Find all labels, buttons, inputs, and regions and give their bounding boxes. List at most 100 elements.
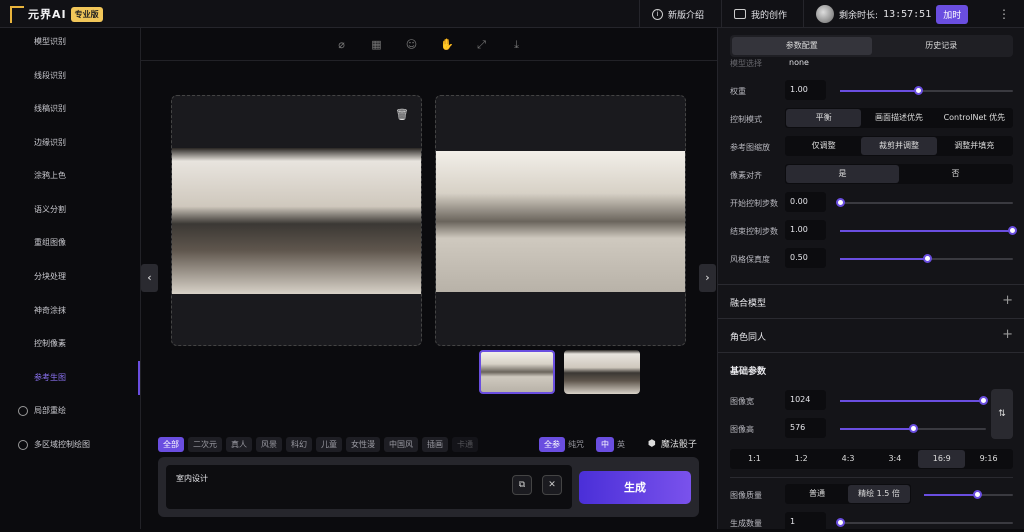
add-time-button[interactable]: 加时 (936, 4, 969, 24)
result-image-panel[interactable] (435, 95, 686, 346)
tag-illustration[interactable]: 插画 (422, 437, 448, 452)
next-arrow-button[interactable]: › (699, 264, 716, 292)
count-slider-knob[interactable] (836, 518, 845, 527)
style-fidelity-slider[interactable] (840, 254, 1013, 263)
height-input[interactable]: 576 (785, 418, 826, 438)
weight-input[interactable]: 1.00 (785, 80, 826, 100)
character-section[interactable]: 角色同人 + (718, 318, 1024, 352)
height-slider-knob[interactable] (909, 424, 918, 433)
control-mode-prompt-first[interactable]: 画面描述优先 (861, 109, 936, 127)
height-slider[interactable] (840, 424, 986, 433)
tag-cartoon[interactable]: 卡通 (452, 437, 478, 452)
ratio-4-3[interactable]: 4:3 (825, 450, 872, 468)
pixel-align-yes[interactable]: 是 (786, 165, 899, 183)
sidebar-item-region-control[interactable]: 多区域控制绘图 (34, 438, 90, 452)
pixel-align-no[interactable]: 否 (899, 165, 1012, 183)
ratio-1-2[interactable]: 1:2 (778, 450, 825, 468)
count-input[interactable]: 1 (785, 512, 826, 532)
count-slider[interactable] (836, 518, 1013, 527)
news-button[interactable]: i 新版介绍 (639, 0, 721, 28)
more-menu-icon[interactable]: ⋮ (998, 7, 1010, 21)
start-steps-input[interactable]: 0.00 (785, 192, 826, 212)
tag-female-comic[interactable]: 女性漫 (346, 437, 380, 452)
sidebar-item-inpaint[interactable]: 局部重绘 (34, 404, 66, 418)
sidebar-item-lineart-detect[interactable]: 线稿识别 (34, 102, 66, 116)
sidebar-item-control-pixel[interactable]: 控制像素 (34, 337, 66, 351)
tag-all[interactable]: 全部 (158, 437, 184, 452)
sidebar-item-scribble-color[interactable]: 涂鸦上色 (34, 169, 66, 183)
download-icon[interactable]: ⤓ (510, 38, 523, 51)
grid-icon[interactable]: ▦ (370, 38, 383, 51)
fullscreen-icon[interactable]: ⤢ (475, 38, 488, 51)
sidebar-item-reference[interactable]: 参考生图 (34, 371, 66, 385)
start-steps-slider[interactable] (836, 198, 1013, 207)
quality-slider[interactable] (924, 490, 1013, 499)
hand-icon[interactable]: ✋ (440, 38, 454, 51)
style-fidelity-input[interactable]: 0.50 (785, 248, 826, 268)
tag-realistic[interactable]: 真人 (226, 437, 252, 452)
width-input[interactable]: 1024 (785, 390, 826, 410)
style-fidelity-slider-knob[interactable] (923, 254, 932, 263)
param-mode-toggle[interactable]: 全参 纯咒 (539, 437, 584, 452)
ratio-16-9[interactable]: 16:9 (918, 450, 966, 468)
sidebar-item-magic-erase[interactable]: 神奇涂抹 (34, 304, 66, 318)
expand-plus-icon[interactable]: + (1002, 327, 1013, 342)
toggle-full-params[interactable]: 全参 (539, 437, 565, 452)
ratio-1-1[interactable]: 1:1 (731, 450, 778, 468)
expand-plus-icon[interactable]: + (1002, 293, 1013, 308)
swap-dimensions-icon[interactable]: ⇅ (991, 389, 1013, 439)
avatar[interactable] (816, 5, 834, 23)
generate-button[interactable]: 生成 (579, 471, 691, 504)
fusion-model-section[interactable]: 融合模型 + (718, 284, 1024, 318)
result-image (436, 151, 685, 292)
weight-slider[interactable] (840, 86, 1013, 95)
sidebar-item-tile[interactable]: 分块处理 (34, 270, 66, 284)
quality-slider-knob[interactable] (973, 490, 982, 499)
width-slider-knob[interactable] (979, 396, 988, 405)
width-slider[interactable] (840, 396, 988, 405)
tag-anime[interactable]: 二次元 (188, 437, 222, 452)
model-select[interactable]: none (789, 58, 809, 67)
magic-dice-button[interactable]: ⬢ 魔法骰子 (648, 437, 697, 451)
logo[interactable]: 元界AI 专业版 (10, 5, 103, 23)
copy-icon[interactable]: ⧉ (512, 475, 532, 495)
clear-icon[interactable]: ✕ (542, 475, 562, 495)
control-mode-balanced[interactable]: 平衡 (786, 109, 862, 127)
sidebar-item-line-detect[interactable]: 线段识别 (34, 69, 66, 83)
tag-children[interactable]: 儿童 (316, 437, 342, 452)
language-toggle[interactable]: 中 英 (596, 437, 625, 452)
end-steps-slider[interactable] (840, 226, 1017, 235)
quality-fine[interactable]: 精绘 1.5 倍 (848, 485, 910, 503)
sidebar-item-model-detect[interactable]: 模型识别 (34, 35, 66, 49)
tag-scifi[interactable]: 科幻 (286, 437, 312, 452)
quality-normal[interactable]: 普通 (786, 485, 848, 503)
prev-arrow-button[interactable]: ‹ (141, 264, 158, 292)
result-thumbnail-2[interactable] (564, 350, 640, 394)
trash-icon[interactable]: 🗑 (395, 108, 409, 121)
sidebar-item-segmentation[interactable]: 语义分割 (34, 203, 66, 217)
control-mode-controlnet-first[interactable]: ControlNet 优先 (937, 109, 1012, 127)
toggle-english[interactable]: 英 (617, 439, 625, 450)
ref-scale-resize-fill[interactable]: 调整并填充 (937, 137, 1012, 155)
ref-scale-resize-only[interactable]: 仅调整 (786, 137, 861, 155)
ref-scale-crop-resize[interactable]: 裁剪并调整 (861, 137, 937, 155)
ratio-3-4[interactable]: 3:4 (871, 450, 918, 468)
tag-landscape[interactable]: 风景 (256, 437, 282, 452)
tab-history[interactable]: 历史记录 (872, 37, 1012, 55)
toggle-chinese[interactable]: 中 (596, 437, 614, 452)
end-steps-input[interactable]: 1.00 (785, 220, 826, 240)
sidebar-item-recompose[interactable]: 重组图像 (34, 236, 66, 250)
toggle-pure-prompt[interactable]: 纯咒 (568, 439, 584, 450)
result-thumbnail-1[interactable] (479, 350, 555, 394)
tag-chinese[interactable]: 中国风 (384, 437, 418, 452)
start-steps-slider-knob[interactable] (836, 198, 845, 207)
eraser-icon[interactable]: ⌀ (335, 38, 348, 51)
end-steps-slider-knob[interactable] (1008, 226, 1017, 235)
reference-image-panel[interactable]: 🗑 (171, 95, 422, 346)
weight-slider-knob[interactable] (914, 86, 923, 95)
tab-params[interactable]: 参数配置 (732, 37, 872, 55)
my-works-button[interactable]: 我的创作 (721, 0, 803, 28)
sidebar-item-edge-detect[interactable]: 边缘识别 (34, 136, 66, 150)
face-icon[interactable]: ☺ (405, 38, 418, 51)
ratio-9-16[interactable]: 9:16 (965, 450, 1012, 468)
